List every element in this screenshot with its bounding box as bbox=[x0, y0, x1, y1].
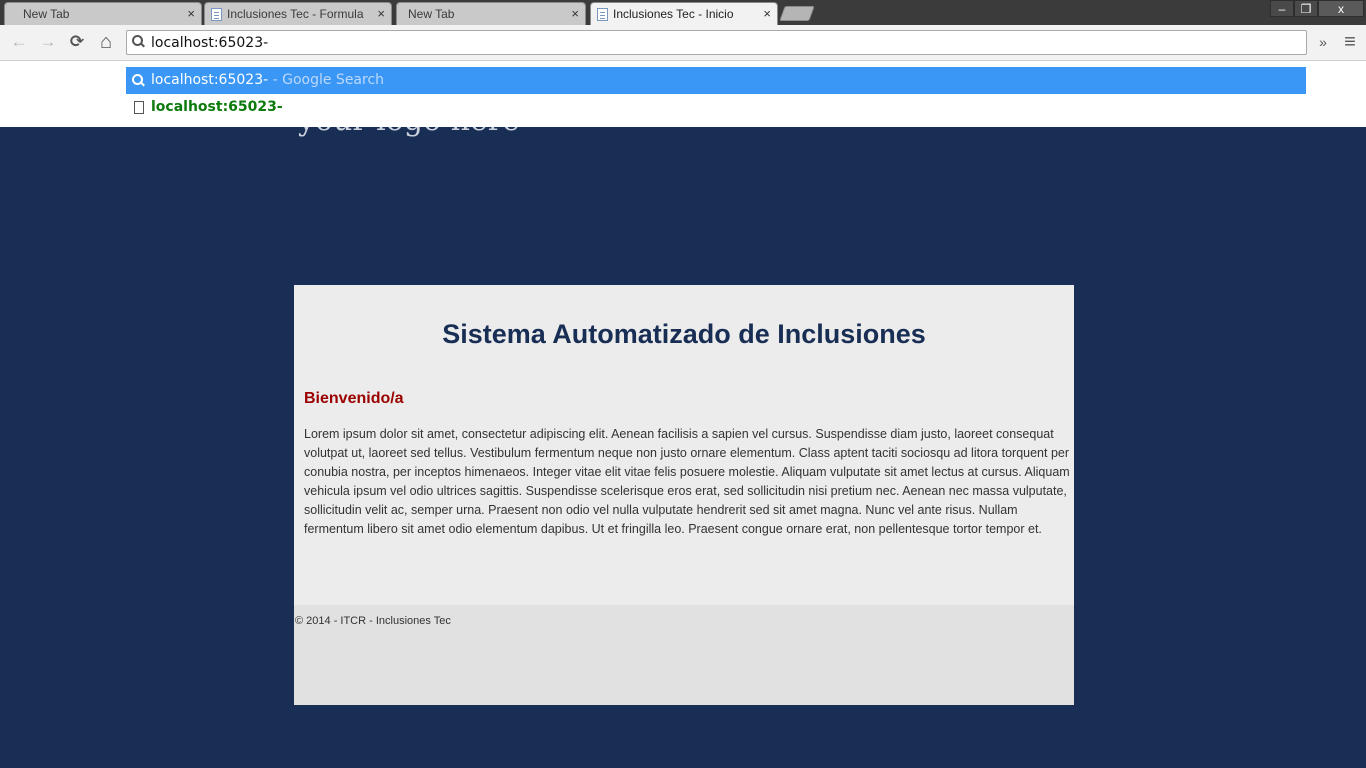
tab-inclusiones-inicio[interactable]: Inclusiones Tec - Inicio × bbox=[590, 2, 778, 25]
restore-button[interactable]: ❐ bbox=[1294, 0, 1318, 17]
minimize-button[interactable]: – bbox=[1270, 0, 1294, 17]
address-bar[interactable] bbox=[126, 30, 1307, 55]
tab-label: Inclusiones Tec - Formula bbox=[227, 7, 364, 21]
search-icon bbox=[132, 35, 145, 48]
page-footer: © 2014 - ITCR - Inclusiones Tec bbox=[294, 605, 1074, 705]
suggestion-search[interactable]: localhost:65023- - Google Search bbox=[126, 67, 1306, 94]
tab-new-tab-1[interactable]: New Tab × bbox=[4, 2, 202, 25]
omnibox-suggestions: localhost:65023- - Google Search localho… bbox=[0, 61, 1366, 127]
tab-new-tab-2[interactable]: New Tab × bbox=[396, 2, 586, 25]
footer-copyright: © 2014 - ITCR - Inclusiones Tec bbox=[295, 615, 451, 627]
reload-button[interactable]: ⟳ bbox=[66, 31, 88, 53]
back-button[interactable]: ← bbox=[8, 31, 30, 53]
close-icon[interactable]: × bbox=[187, 6, 195, 21]
tab-label: Inclusiones Tec - Inicio bbox=[613, 7, 734, 21]
suggestion-text: localhost:65023- bbox=[151, 99, 283, 115]
tab-label: New Tab bbox=[408, 7, 455, 21]
page-icon bbox=[211, 8, 222, 21]
tab-strip: New Tab × Inclusiones Tec - Formula × Ne… bbox=[0, 0, 1366, 25]
page-icon bbox=[597, 8, 608, 21]
page-title: Sistema Automatizado de Inclusiones bbox=[442, 319, 926, 349]
bookmarks-overflow-button[interactable]: » bbox=[1312, 31, 1334, 53]
suggestion-text: localhost:65023- bbox=[151, 72, 269, 88]
suggestion-url[interactable]: localhost:65023- bbox=[126, 94, 1306, 121]
body-text: Lorem ipsum dolor sit amet, consectetur … bbox=[304, 427, 1070, 536]
browser-toolbar: ← → ⟳ ⌂ » ≡ bbox=[0, 25, 1366, 61]
close-window-button[interactable]: x bbox=[1318, 0, 1364, 17]
search-icon bbox=[132, 74, 145, 87]
suggestion-hint: - Google Search bbox=[268, 72, 385, 88]
main-content: Sistema Automatizado de Inclusiones Bien… bbox=[294, 285, 1074, 605]
url-input[interactable] bbox=[151, 33, 1291, 52]
close-icon[interactable]: × bbox=[571, 6, 579, 21]
forward-button[interactable]: → bbox=[37, 31, 59, 53]
home-button[interactable]: ⌂ bbox=[95, 31, 117, 53]
welcome-heading: Bienvenido/a bbox=[304, 390, 404, 407]
tab-inclusiones-formula[interactable]: Inclusiones Tec - Formula × bbox=[204, 2, 392, 25]
new-tab-button[interactable] bbox=[779, 6, 815, 21]
close-icon[interactable]: × bbox=[377, 6, 385, 21]
tab-label: New Tab bbox=[23, 7, 70, 21]
close-icon[interactable]: × bbox=[763, 6, 771, 21]
page-icon bbox=[134, 101, 144, 114]
menu-button[interactable]: ≡ bbox=[1339, 31, 1361, 53]
